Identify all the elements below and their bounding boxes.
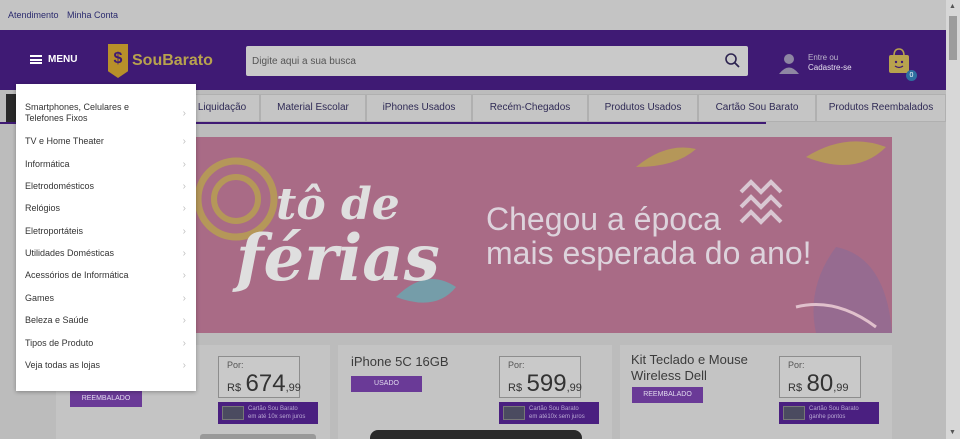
product-badge: REEMBALADO <box>70 391 142 407</box>
chevron-right-icon: › <box>182 338 186 349</box>
banner-headline-line1: Chegou a época <box>486 201 721 237</box>
price-box: Por: R$ 674,99 <box>218 356 301 398</box>
banner-headline-line2: mais esperada do ano! <box>486 235 812 271</box>
account-text: Entre ou Cadastre-se <box>808 53 852 73</box>
credit-card-icon <box>222 406 244 420</box>
nav-item-cartao-sou-barato[interactable]: Cartão Sou Barato <box>698 94 816 122</box>
nav-item-hidden[interactable] <box>6 94 16 122</box>
product-image-phones[interactable] <box>370 430 582 439</box>
search-input[interactable] <box>252 52 712 70</box>
banner-script-line2: férias <box>236 221 440 296</box>
shopping-bag-icon[interactable] <box>888 48 910 74</box>
menu-button[interactable]: MENU <box>30 54 77 65</box>
chevron-right-icon: › <box>182 181 186 192</box>
cart-count-badge: 0 <box>906 70 917 81</box>
nav-item-produtos-usados[interactable]: Produtos Usados <box>588 94 698 122</box>
site-header: MENU $ SouBarato Entre ou Cadastre-se 0 <box>0 30 946 90</box>
dropdown-item-acessorios[interactable]: Acessórios de Informática › <box>16 270 196 281</box>
price-label: Por: <box>227 360 244 370</box>
promo-text: Cartão Sou Barato em até 10x sem juros <box>248 406 306 420</box>
nav-item-material-escolar[interactable]: Material Escolar <box>260 94 366 122</box>
product-title[interactable]: iPhone 5C 16GB <box>351 354 501 370</box>
account-line-register[interactable]: Cadastre-se <box>808 63 852 72</box>
card-promo[interactable]: Cartão Sou Barato em até 10x sem juros <box>218 402 318 424</box>
product-badge: REEMBALADO <box>632 387 703 403</box>
dropdown-item-relogios[interactable]: Relógios › <box>16 203 196 214</box>
chevron-right-icon: › <box>182 136 186 147</box>
dropdown-item-tipos[interactable]: Tipos de Produto › <box>16 338 196 349</box>
dropdown-item-utilidades[interactable]: Utilidades Domésticas › <box>16 248 196 259</box>
price-value: R$ 80,99 <box>788 370 849 397</box>
dropdown-item-eletrodomesticos[interactable]: Eletrodomésticos › <box>16 181 196 192</box>
chevron-right-icon: › <box>182 226 186 237</box>
nav-item-recem-chegados[interactable]: Recém-Chegados <box>472 94 588 122</box>
dropdown-item-informatica[interactable]: Informática › <box>16 159 196 170</box>
card-promo[interactable]: Cartão Sou Barato em até10x sem juros <box>499 402 599 424</box>
chevron-right-icon: › <box>182 203 186 214</box>
credit-card-icon <box>503 406 525 420</box>
user-icon <box>779 54 799 74</box>
logo[interactable]: $ SouBarato <box>108 44 213 78</box>
nav-item-produtos-reembalados[interactable]: Produtos Reembalados <box>816 94 946 122</box>
menu-label: MENU <box>48 54 78 65</box>
dropdown-item-todas-lojas[interactable]: Veja todas as lojas › <box>16 360 196 371</box>
category-dropdown: Smartphones, Celulares e Telefones Fixos… <box>16 84 196 391</box>
product-card-3[interactable]: Kit Teclado e Mouse Wireless Dell REEMBA… <box>620 345 892 439</box>
nav-item-iphones-usados[interactable]: iPhones Usados <box>366 94 472 122</box>
scroll-up-arrow-icon[interactable]: ▲ <box>949 3 956 10</box>
chevron-right-icon: › <box>182 108 186 119</box>
search-bar <box>246 46 748 76</box>
dropdown-item-games[interactable]: Games › <box>16 293 196 304</box>
search-icon[interactable] <box>724 52 740 68</box>
scroll-thumb[interactable] <box>949 16 957 60</box>
chevron-right-icon: › <box>182 159 186 170</box>
dropdown-item-tv[interactable]: TV e Home Theater › <box>16 136 196 147</box>
price-box: Por: R$ 80,99 <box>779 356 861 398</box>
chevron-right-icon: › <box>182 270 186 281</box>
top-bar: Atendimento Minha Conta <box>0 0 946 30</box>
chevron-right-icon: › <box>182 293 186 304</box>
credit-card-icon <box>783 406 805 420</box>
account-area[interactable]: Entre ou Cadastre-se <box>778 52 852 74</box>
chevron-right-icon: › <box>182 360 186 371</box>
price-label: Por: <box>788 360 805 370</box>
minha-conta-link[interactable]: Minha Conta <box>67 10 118 20</box>
chevron-right-icon: › <box>182 315 186 326</box>
promo-text: Cartão Sou Barato em até10x sem juros <box>529 406 585 420</box>
logo-dollar-icon: $ <box>108 44 128 78</box>
promo-text: Cartão Sou Barato ganhe pontos <box>809 406 859 420</box>
price-label: Por: <box>508 360 525 370</box>
product-card-2[interactable]: iPhone 5C 16GB USADO Por: R$ 599,99 Cart… <box>338 345 612 439</box>
price-value: R$ 599,99 <box>508 370 582 397</box>
account-line-login[interactable]: Entre ou <box>808 53 852 63</box>
dropdown-item-eletroportateis[interactable]: Eletroportáteis › <box>16 226 196 237</box>
price-box: Por: R$ 599,99 <box>499 356 582 398</box>
card-promo[interactable]: Cartão Sou Barato ganhe pontos <box>779 402 879 424</box>
product-title[interactable]: Kit Teclado e Mouse Wireless Dell <box>631 352 771 384</box>
hamburger-icon <box>30 55 42 64</box>
logo-text: SouBarato <box>132 52 213 69</box>
page-scrollbar[interactable]: ▲ ▼ <box>946 0 960 439</box>
chevron-right-icon: › <box>182 248 186 259</box>
atendimento-link[interactable]: Atendimento <box>8 10 59 20</box>
price-value: R$ 674,99 <box>227 370 301 397</box>
scroll-down-arrow-icon[interactable]: ▼ <box>949 429 956 436</box>
dropdown-item-beleza[interactable]: Beleza e Saúde › <box>16 315 196 326</box>
product-image[interactable] <box>200 434 316 439</box>
hero-banner[interactable]: tô de férias Chegou a época mais esperad… <box>196 137 892 333</box>
product-badge: USADO <box>351 376 422 392</box>
dropdown-item-smartphones[interactable]: Smartphones, Celulares e Telefones Fixos… <box>16 102 196 124</box>
